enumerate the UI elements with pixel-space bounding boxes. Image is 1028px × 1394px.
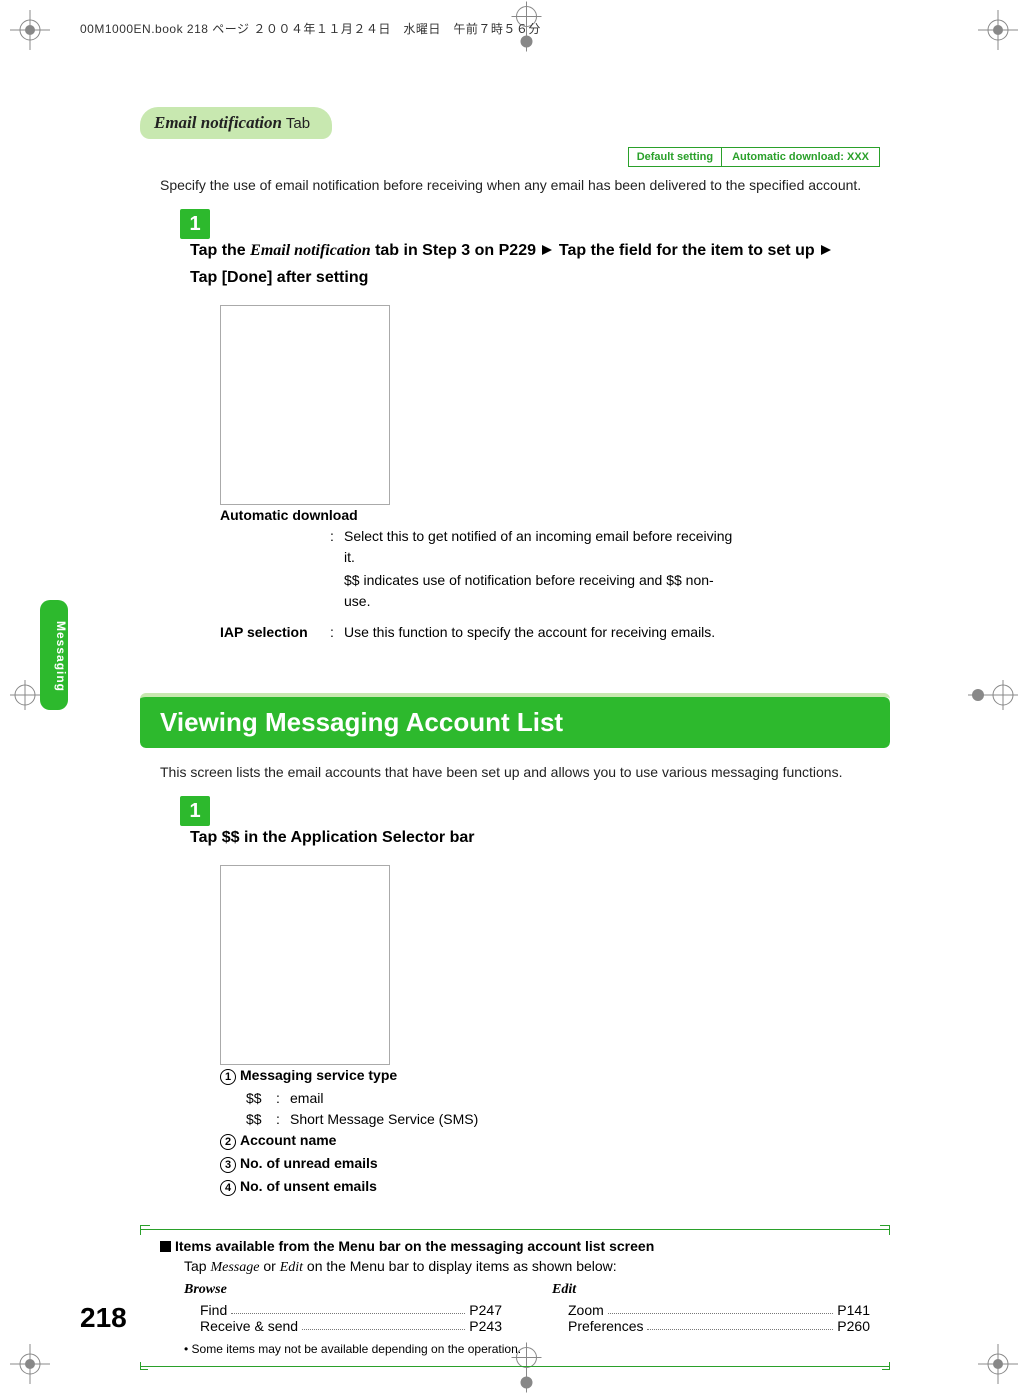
screenshot-placeholder xyxy=(220,865,390,1065)
list-item-4: 4No. of unsent emails xyxy=(220,1176,740,1197)
menu-item-zoom-name: Zoom xyxy=(568,1302,604,1318)
page-number: 218 xyxy=(80,1302,127,1334)
list-item-2-label: Account name xyxy=(240,1132,336,1148)
circled-number-3: 3 xyxy=(220,1157,236,1173)
step-2-text: Tap $$ in the Application Selector bar xyxy=(190,826,850,851)
step-1-italic: Email notification xyxy=(250,242,370,259)
menu-item-find-page: P247 xyxy=(469,1302,502,1318)
step-2: 1 Tap $$ in the Application Selector bar xyxy=(180,796,870,851)
menu-sub-italic-2: Edit xyxy=(280,1260,303,1275)
menu-col-browse: Browse Find P247 Receive & send P243 xyxy=(184,1282,502,1334)
list-item-1b-symbol: $$ xyxy=(246,1109,276,1130)
menu-item-find-name: Find xyxy=(200,1302,227,1318)
menu-items-block: Items available from the Menu bar on the… xyxy=(160,1238,870,1356)
crop-mark-tr xyxy=(978,10,1018,50)
def-automatic-download-b: $$ indicates use of notification before … xyxy=(344,570,740,612)
menu-note: Some items may not be available dependin… xyxy=(184,1342,870,1356)
reg-mark-right xyxy=(968,680,1018,713)
menu-item-preferences: Preferences P260 xyxy=(568,1318,870,1334)
menu-item-find: Find P247 xyxy=(200,1302,502,1318)
step-1-text: Tap the Email notification tab in Step 3… xyxy=(190,239,850,291)
crop-mark-bl xyxy=(10,1344,50,1384)
list-item-2: 2Account name xyxy=(220,1130,740,1151)
list-item-1a-text: email xyxy=(290,1088,323,1109)
intro-paragraph: Specify the use of email notification be… xyxy=(160,175,870,195)
list-item-4-label: No. of unsent emails xyxy=(240,1178,377,1194)
section-banner: Viewing Messaging Account List xyxy=(140,693,890,748)
arrow-icon xyxy=(819,241,833,266)
crop-mark-br xyxy=(978,1344,1018,1384)
arrow-icon xyxy=(540,241,554,266)
menu-item-preferences-page: P260 xyxy=(837,1318,870,1334)
list-item-1-label: Messaging service type xyxy=(240,1067,397,1083)
leader-dots xyxy=(231,1302,465,1314)
print-header: 00M1000EN.book 218 ページ ２００４年１１月２４日 水曜日 午… xyxy=(80,20,950,37)
default-setting-badge: Default settingAutomatic download: XXX xyxy=(628,147,880,167)
step-1-number: 1 xyxy=(180,209,210,239)
description-block-1: Automatic download : Select this to get … xyxy=(220,305,890,643)
green-divider-bottom xyxy=(140,1366,890,1367)
menu-item-preferences-name: Preferences xyxy=(568,1318,643,1334)
menu-sub-italic-1: Message xyxy=(210,1260,259,1275)
list-item-1b-text: Short Message Service (SMS) xyxy=(290,1109,478,1130)
step-2-number: 1 xyxy=(180,796,210,826)
green-divider-top xyxy=(140,1229,890,1232)
menu-item-zoom: Zoom P141 xyxy=(568,1302,870,1318)
circled-number-2: 2 xyxy=(220,1134,236,1150)
colon: : xyxy=(330,526,344,614)
menu-item-receive-send-page: P243 xyxy=(469,1318,502,1334)
screenshot-placeholder xyxy=(220,305,390,505)
step-1-seg3: Tap [Done] after setting xyxy=(190,269,368,286)
description-block-2: 1Messaging service type $$:email $$:Shor… xyxy=(220,865,890,1199)
step-1-prefix: Tap the xyxy=(190,242,250,259)
menu-col-browse-heading: Browse xyxy=(184,1282,502,1298)
menu-col-edit-heading: Edit xyxy=(552,1282,870,1298)
step-1-mid: tab in Step 3 on P229 xyxy=(371,242,541,259)
intro-paragraph-2: This screen lists the email accounts tha… xyxy=(160,762,870,782)
term-automatic-download: Automatic download xyxy=(220,505,740,526)
crop-mark-tl xyxy=(10,10,50,50)
tab-heading-italic: Email notification xyxy=(154,113,282,132)
tab-heading-email-notification: Email notification Tab xyxy=(140,107,332,139)
menu-heading-text: Items available from the Menu bar on the… xyxy=(175,1238,654,1254)
leader-dots xyxy=(302,1318,465,1330)
default-setting-value: Automatic download: XXX xyxy=(722,148,879,166)
leader-dots xyxy=(647,1318,833,1330)
menu-item-receive-send-name: Receive & send xyxy=(200,1318,298,1334)
tab-heading-rest: Tab xyxy=(282,115,310,132)
def-automatic-download-a: Select this to get notified of an incomi… xyxy=(344,526,740,568)
circled-number-4: 4 xyxy=(220,1180,236,1196)
square-bullet-icon xyxy=(160,1241,171,1252)
default-setting-label: Default setting xyxy=(629,148,722,166)
def-iap-selection: Use this function to specify the account… xyxy=(344,622,740,643)
leader-dots xyxy=(608,1302,834,1314)
circled-number-1: 1 xyxy=(220,1069,236,1085)
menu-col-edit: Edit Zoom P141 Preferences P260 xyxy=(552,1282,870,1334)
list-item-1b: $$:Short Message Service (SMS) xyxy=(246,1109,740,1130)
list-item-1a-symbol: $$ xyxy=(246,1088,276,1109)
section-banner-title: Viewing Messaging Account List xyxy=(140,697,890,748)
step-1: 1 Tap the Email notification tab in Step… xyxy=(180,209,870,291)
side-tab-messaging: Messaging xyxy=(40,600,68,710)
step-1-seg2: Tap the field for the item to set up xyxy=(554,242,819,259)
list-item-3-label: No. of unread emails xyxy=(240,1155,378,1171)
list-item-1a: $$:email xyxy=(246,1088,740,1109)
menu-item-zoom-page: P141 xyxy=(837,1302,870,1318)
list-item-1: 1Messaging service type xyxy=(220,1065,740,1086)
menu-item-receive-send: Receive & send P243 xyxy=(200,1318,502,1334)
menu-subtext: Tap Message or Edit on the Menu bar to d… xyxy=(184,1258,870,1276)
menu-sub-pre: Tap xyxy=(184,1258,210,1274)
menu-sub-mid: or xyxy=(259,1258,279,1274)
menu-sub-post: on the Menu bar to display items as show… xyxy=(303,1258,617,1274)
colon: : xyxy=(330,622,344,643)
term-iap-selection: IAP selection xyxy=(220,622,330,643)
list-item-3: 3No. of unread emails xyxy=(220,1153,740,1174)
menu-heading: Items available from the Menu bar on the… xyxy=(160,1238,870,1254)
